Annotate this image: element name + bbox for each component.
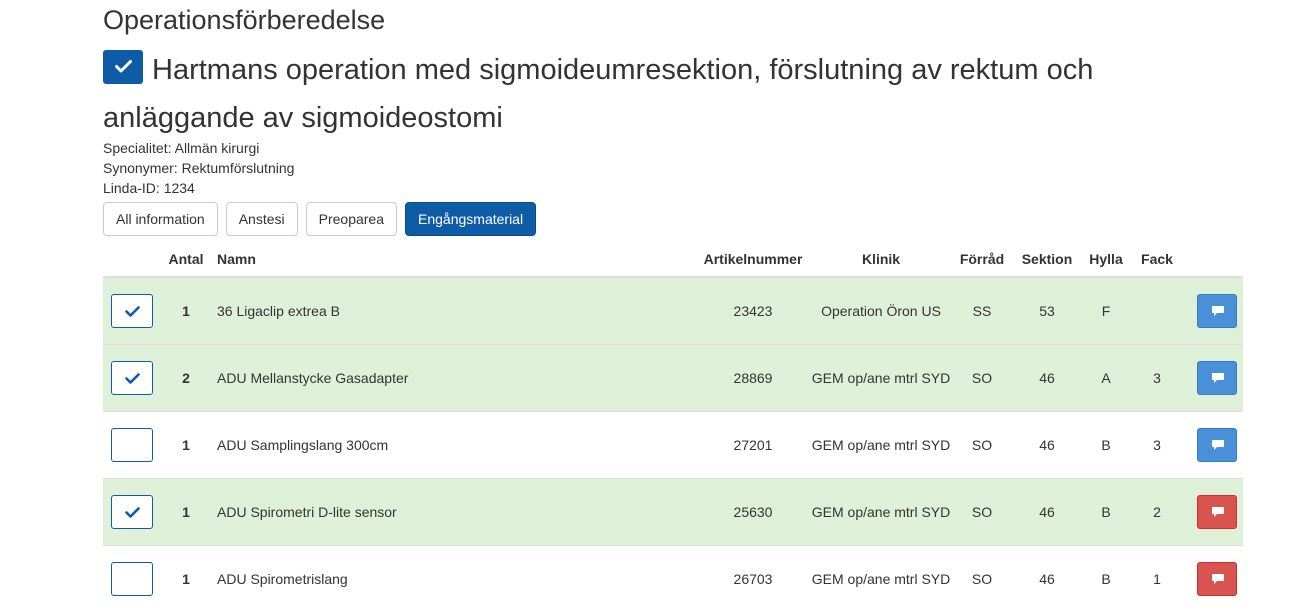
comment-icon bbox=[1212, 439, 1224, 450]
checkmark-icon bbox=[125, 305, 140, 317]
cell-hylla: F bbox=[1089, 276, 1123, 344]
tab-preoparea[interactable]: Preoparea bbox=[305, 202, 398, 236]
tab-engangsmaterial[interactable]: Engångsmaterial bbox=[405, 202, 537, 236]
cell-sektion: 53 bbox=[1005, 276, 1089, 344]
table-row: 2 ADU Mellanstycke Gasadapter 28869 GEM … bbox=[103, 343, 1243, 411]
cell-sektion: 46 bbox=[1005, 477, 1089, 545]
specialitet-text: Specialitet: Allmän kirurgi bbox=[103, 140, 260, 156]
page-title: Operationsförberedelse bbox=[103, 5, 386, 35]
synonymer-text: Synonymer: Rektumförslutning bbox=[103, 160, 295, 176]
procedure-heading: Hartmans operation med sigmoideumresekti… bbox=[103, 46, 1183, 142]
header-antal: Antal bbox=[161, 241, 211, 278]
procedure-checkbox[interactable] bbox=[103, 50, 143, 84]
cell-artikelnummer: 27201 bbox=[703, 410, 803, 478]
cell-antal: 1 bbox=[161, 410, 211, 478]
cell-forrad: SO bbox=[959, 477, 1005, 545]
cell-namn: ADU Spirometri D-lite sensor bbox=[211, 477, 703, 545]
table-header-row: Antal Namn Artikelnummer Klinik Förråd S… bbox=[103, 241, 1243, 278]
cell-artikelnummer: 26703 bbox=[703, 544, 803, 612]
row-checkbox[interactable] bbox=[111, 561, 153, 596]
comment-icon bbox=[1212, 305, 1224, 316]
cell-forrad: SO bbox=[959, 410, 1005, 478]
header-check bbox=[103, 241, 161, 278]
cell-fack: 1 bbox=[1123, 544, 1191, 612]
procedure-name: Hartmans operation med sigmoideumresekti… bbox=[103, 54, 1094, 134]
comment-button[interactable] bbox=[1197, 293, 1237, 328]
cell-klinik: GEM op/ane mtrl SYD bbox=[803, 544, 959, 612]
checkmark-icon bbox=[125, 506, 140, 518]
cell-hylla: A bbox=[1089, 343, 1123, 411]
cell-namn: ADU Spirometrislang bbox=[211, 544, 703, 612]
header-artikelnummer: Artikelnummer bbox=[703, 241, 803, 278]
cell-namn: ADU Mellanstycke Gasadapter bbox=[211, 343, 703, 411]
cell-hylla: B bbox=[1089, 410, 1123, 478]
comment-icon bbox=[1212, 372, 1224, 383]
cell-forrad: SS bbox=[959, 276, 1005, 344]
comment-button[interactable] bbox=[1197, 360, 1237, 395]
cell-klinik: GEM op/ane mtrl SYD bbox=[803, 477, 959, 545]
cell-fack: 3 bbox=[1123, 343, 1191, 411]
cell-namn: 36 Ligaclip extrea B bbox=[211, 276, 703, 344]
row-checkbox[interactable] bbox=[111, 494, 153, 529]
comment-button[interactable] bbox=[1197, 494, 1237, 529]
header-sektion: Sektion bbox=[1005, 241, 1089, 278]
checkmark-icon bbox=[115, 60, 132, 73]
tab-bar: All information Anstesi Preoparea Engång… bbox=[103, 202, 537, 236]
cell-forrad: SO bbox=[959, 343, 1005, 411]
cell-klinik: GEM op/ane mtrl SYD bbox=[803, 343, 959, 411]
cell-klinik: GEM op/ane mtrl SYD bbox=[803, 410, 959, 478]
row-checkbox[interactable] bbox=[111, 427, 153, 462]
comment-button[interactable] bbox=[1197, 427, 1237, 462]
cell-fack bbox=[1123, 276, 1191, 344]
cell-fack: 2 bbox=[1123, 477, 1191, 545]
cell-sektion: 46 bbox=[1005, 544, 1089, 612]
cell-sektion: 46 bbox=[1005, 410, 1089, 478]
cell-antal: 2 bbox=[161, 343, 211, 411]
procedure-meta: Specialitet: Allmän kirurgi Synonymer: R… bbox=[103, 138, 294, 198]
cell-forrad: SO bbox=[959, 544, 1005, 612]
cell-fack: 3 bbox=[1123, 410, 1191, 478]
cell-klinik: Operation Öron US bbox=[803, 276, 959, 344]
row-checkbox[interactable] bbox=[111, 293, 153, 328]
header-forrad: Förråd bbox=[959, 241, 1005, 278]
comment-button[interactable] bbox=[1197, 561, 1237, 596]
header-hylla: Hylla bbox=[1089, 241, 1123, 278]
cell-artikelnummer: 28869 bbox=[703, 343, 803, 411]
table-row: 1 ADU Spirometrislang 26703 GEM op/ane m… bbox=[103, 544, 1243, 612]
cell-hylla: B bbox=[1089, 544, 1123, 612]
comment-icon bbox=[1212, 573, 1224, 584]
table-row: 1 36 Ligaclip extrea B 23423 Operation Ö… bbox=[103, 276, 1243, 344]
table-row: 1 ADU Samplingslang 300cm 27201 GEM op/a… bbox=[103, 410, 1243, 478]
checkmark-icon bbox=[125, 372, 140, 384]
cell-antal: 1 bbox=[161, 276, 211, 344]
cell-namn: ADU Samplingslang 300cm bbox=[211, 410, 703, 478]
header-klinik: Klinik bbox=[803, 241, 959, 278]
cell-sektion: 46 bbox=[1005, 343, 1089, 411]
table-row: 1 ADU Spirometri D-lite sensor 25630 GEM… bbox=[103, 477, 1243, 545]
cell-artikelnummer: 23423 bbox=[703, 276, 803, 344]
header-action bbox=[1191, 241, 1243, 278]
cell-hylla: B bbox=[1089, 477, 1123, 545]
comment-icon bbox=[1212, 506, 1224, 517]
material-table: Antal Namn Artikelnummer Klinik Förråd S… bbox=[103, 241, 1243, 612]
row-checkbox[interactable] bbox=[111, 360, 153, 395]
tab-all-information[interactable]: All information bbox=[103, 202, 218, 236]
tab-anstesi[interactable]: Anstesi bbox=[225, 202, 298, 236]
linda-id-text: Linda-ID: 1234 bbox=[103, 180, 195, 196]
cell-artikelnummer: 25630 bbox=[703, 477, 803, 545]
cell-antal: 1 bbox=[161, 544, 211, 612]
header-fack: Fack bbox=[1123, 241, 1191, 278]
header-namn: Namn bbox=[211, 241, 703, 278]
cell-antal: 1 bbox=[161, 477, 211, 545]
